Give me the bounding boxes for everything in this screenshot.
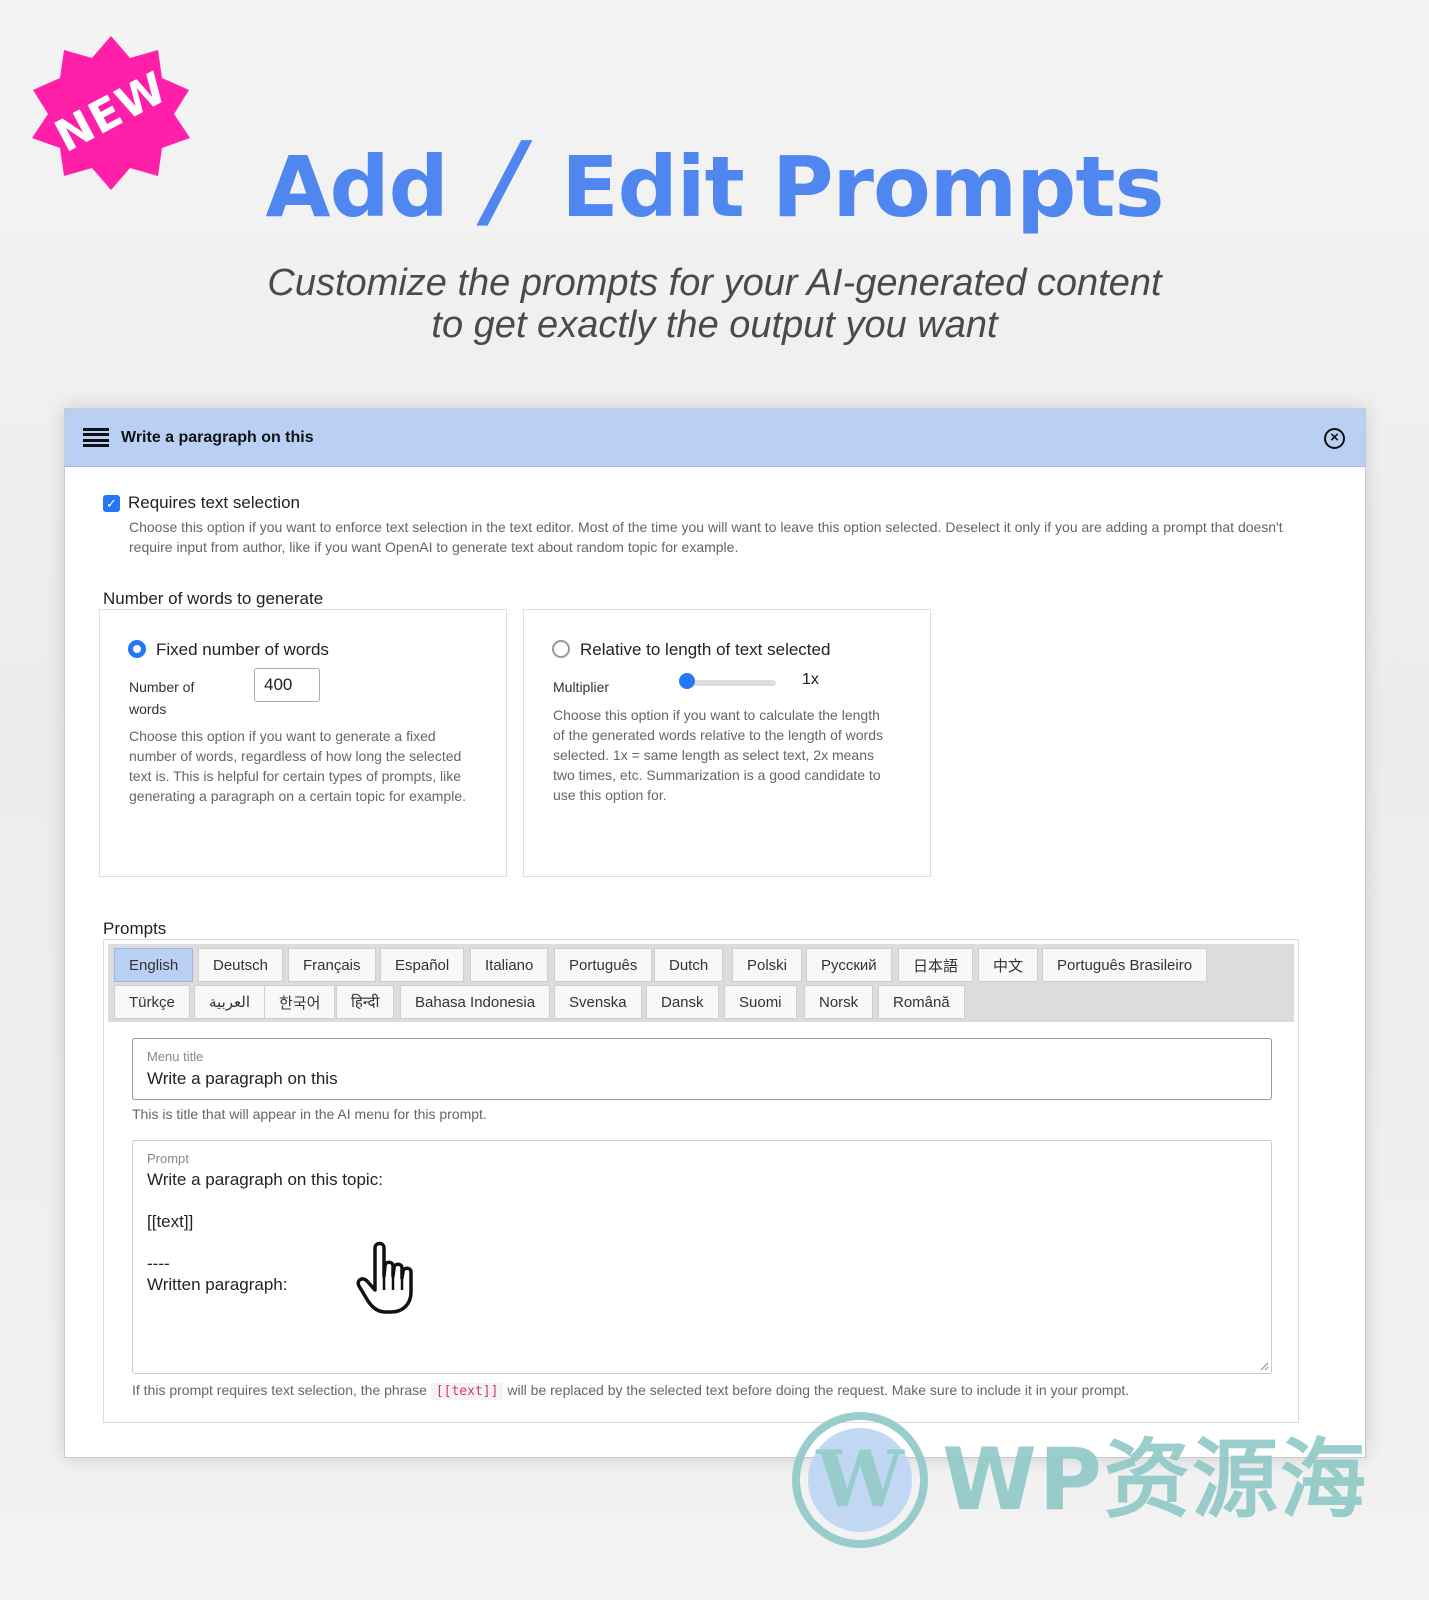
dialog-title: Write a paragraph on this [121,428,314,446]
hero-subtitle-line1: Customize the prompts for your AI-genera… [267,262,1162,304]
requires-selection-checkbox[interactable]: ✓ [103,494,120,512]
number-of-words-input[interactable] [254,668,320,702]
tab-norsk[interactable]: Norsk [804,985,874,1019]
pointer-hand-cursor-icon [356,1241,413,1314]
relative-length-help: Choose this option if you want to calcul… [553,707,883,803]
prompt-help-after: will be replaced by the selected text be… [507,1382,1130,1398]
prompt-help-code: [[text]] [430,1383,504,1400]
tab-suomi[interactable]: Suomi [724,985,797,1019]
tab-dansk[interactable]: Dansk [646,985,719,1019]
tab-portugues[interactable]: Português [554,948,653,982]
tab-italiano[interactable]: Italiano [470,948,549,982]
menu-title-caption: Menu title [147,1049,204,1064]
hero-subtitle-line2: to get exactly the output you want [431,304,998,346]
prompt-help: If this prompt requires text selection, … [132,1382,1130,1400]
prompt-value: Write a paragraph on this topic: [[text]… [147,1170,383,1294]
relative-length-radio[interactable] [552,640,570,658]
hero-subtitle: Customize the prompts for your AI-genera… [0,262,1429,346]
tab-romana[interactable]: Română [878,985,965,1019]
tab-arabic[interactable]: العربية [194,985,265,1019]
tab-portugues-brasileiro[interactable]: Português Brasileiro [1042,948,1208,982]
language-tab-strip: English Deutsch Français Español Italian… [108,944,1294,1022]
tab-espanol[interactable]: Español [380,948,465,982]
multiplier-slider-track[interactable] [684,680,776,686]
prompts-section-label: Prompts [103,919,167,938]
prompt-caption: Prompt [147,1151,189,1166]
menu-title-help: This is title that will appear in the AI… [132,1106,487,1122]
number-of-words-label: Number of words [129,679,195,717]
dialog-header: Write a paragraph on this × [65,409,1365,467]
watermark: W WP资源海 [790,1410,1368,1550]
prompt-help-before: If this prompt requires text selection, … [132,1382,427,1398]
menu-title-field[interactable]: Menu title Write a paragraph on this [132,1038,1272,1100]
watermark-text: WP资源海 [942,1430,1368,1530]
requires-selection-help: Choose this option if you want to enforc… [129,519,1283,555]
menu-title-value: Write a paragraph on this [147,1069,338,1088]
hero-title-slash: / [473,119,536,241]
multiplier-slider-thumb[interactable] [679,673,695,689]
tab-chinese[interactable]: 中文 [978,948,1039,982]
prompt-textarea[interactable]: Prompt Write a paragraph on this topic: … [132,1140,1272,1374]
fixed-words-card: Fixed number of words Number of words Ch… [99,609,507,877]
hero-title-add: Add [265,138,449,236]
multiplier-label: Multiplier [553,679,610,695]
tab-hindi[interactable]: हिन्दी [336,985,395,1019]
tab-japanese[interactable]: 日本語 [898,948,974,982]
wordpress-logo-icon: W [792,1412,928,1548]
tab-russian[interactable]: Русский [806,948,892,982]
multiplier-value: 1x [802,671,819,688]
resize-grip-icon[interactable] [1259,1361,1269,1371]
hero-title: Add / Edit Prompts [0,119,1429,241]
requires-selection-label: Requires text selection [128,493,300,512]
tab-bahasa-indonesia[interactable]: Bahasa Indonesia [400,985,551,1019]
svg-text:W: W [815,1434,905,1525]
prompts-box: English Deutsch Français Español Italian… [103,939,1299,1423]
tab-polski[interactable]: Polski [732,948,803,982]
fixed-words-label: Fixed number of words [156,640,329,659]
edit-prompt-dialog: Write a paragraph on this × ✓ Requires t… [64,408,1366,1458]
requires-selection-row: ✓ Requires text selection [103,493,300,513]
relative-length-card: Relative to length of text selected Mult… [523,609,931,877]
relative-length-label: Relative to length of text selected [580,640,831,659]
tab-english[interactable]: English [114,948,194,982]
tab-francais[interactable]: Français [288,948,376,982]
close-icon[interactable]: × [1324,428,1345,449]
words-section-label: Number of words to generate [103,589,324,608]
tab-svenska[interactable]: Svenska [554,985,642,1019]
fixed-words-help: Choose this option if you want to genera… [129,728,466,804]
tab-korean[interactable]: 한국어 [264,985,336,1019]
tab-turkce[interactable]: Türkçe [114,985,190,1019]
tab-dutch[interactable]: Dutch [654,948,724,982]
fixed-words-radio[interactable] [128,640,146,658]
tab-deutsch[interactable]: Deutsch [198,948,284,982]
hamburger-menu-icon[interactable] [83,427,109,448]
hero-title-edit: Edit Prompts [561,138,1164,236]
